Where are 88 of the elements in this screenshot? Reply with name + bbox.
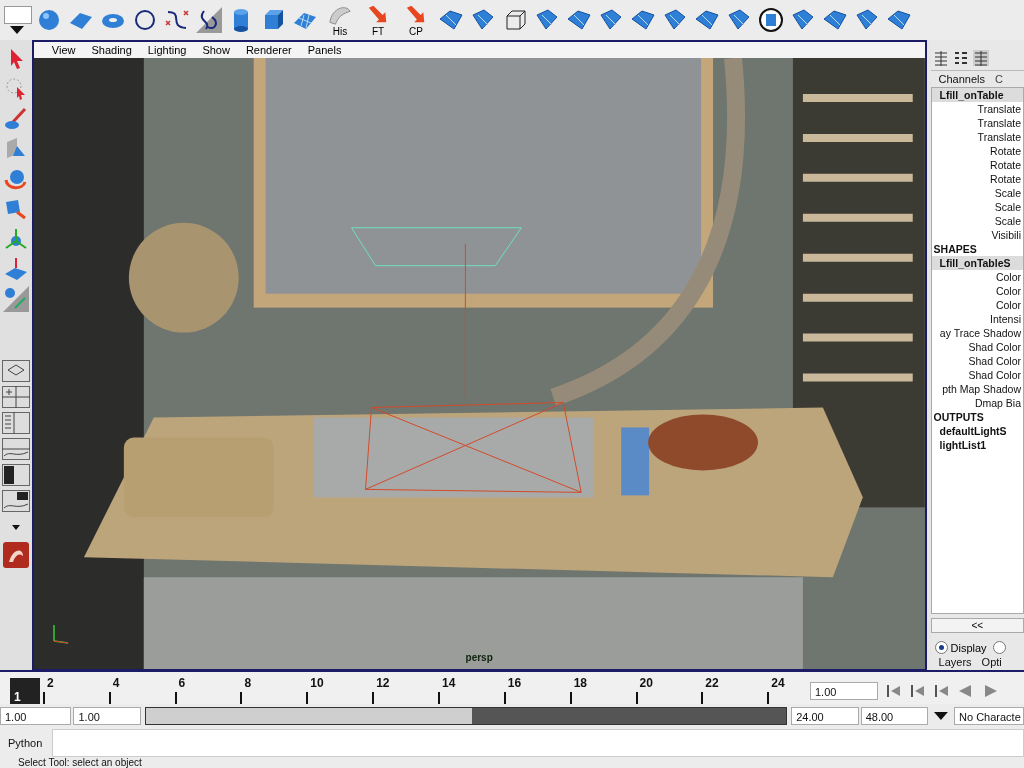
dropdown-caret-icon[interactable]	[10, 26, 24, 34]
go-to-start-icon[interactable]	[886, 684, 902, 698]
graph-layout-icon[interactable]	[1, 490, 30, 512]
channel-name[interactable]: Color	[931, 270, 1023, 284]
node-name[interactable]: Lfill_onTableS	[931, 256, 1023, 270]
layer-radio[interactable]	[992, 641, 1006, 654]
hypershade-layout-icon[interactable]	[1, 464, 30, 486]
channel-box-icon[interactable]	[932, 50, 949, 66]
viewport-menu-item[interactable]: Shading	[83, 42, 140, 58]
frame-label: 24	[771, 676, 785, 690]
play-icon[interactable]	[982, 684, 998, 698]
shelf-button[interactable]: His	[324, 3, 356, 37]
current-frame-marker[interactable]: 1	[10, 678, 40, 704]
viewport-menu-item[interactable]: View	[43, 42, 84, 58]
attribute-editor-icon[interactable]	[952, 50, 969, 66]
channel-name[interactable]: Shad Color	[931, 354, 1023, 368]
curve-icon[interactable]	[196, 7, 222, 33]
app-logo-icon[interactable]	[2, 542, 29, 568]
current-time-field[interactable]: 1.00	[810, 682, 878, 700]
channel-box-tab[interactable]: C	[995, 73, 1003, 85]
end-time-field[interactable]: 48.00	[860, 707, 929, 725]
show-manipulator-icon[interactable]	[2, 286, 29, 312]
start-time-field[interactable]: 1.00	[0, 707, 72, 725]
viewport-menu-item[interactable]: Renderer	[237, 42, 300, 58]
channel-name[interactable]: Visibili	[931, 228, 1023, 242]
play-backward-icon[interactable]	[958, 684, 974, 698]
channel-name[interactable]: Shad Color	[931, 368, 1023, 382]
frame-label: 2	[46, 676, 54, 690]
node-name[interactable]: Lfill_onTable	[931, 88, 1023, 102]
single-pane-layout-icon[interactable]	[1, 360, 30, 382]
camera-label: persp	[465, 652, 493, 664]
frame-label: 8	[244, 676, 252, 690]
channel-name[interactable]: Rotate	[931, 158, 1023, 172]
frame-label: 20	[639, 676, 653, 690]
channel-name[interactable]: Rotate	[931, 144, 1023, 158]
channel-name[interactable]: Color	[931, 298, 1023, 312]
channel-name[interactable]: Translate	[931, 130, 1023, 144]
frame-label: 12	[376, 676, 390, 690]
shelf-button[interactable]: CP	[400, 3, 432, 37]
section-header: OUTPUTS	[932, 410, 985, 424]
character-set-field[interactable]: No Characte	[954, 707, 1024, 725]
frame-label: 14	[442, 676, 456, 690]
range-start-field[interactable]: 1.00	[73, 707, 141, 725]
channel-name[interactable]: Shad Color	[931, 340, 1023, 354]
channel-name[interactable]: Dmap Bia	[931, 396, 1023, 410]
range-slider[interactable]	[144, 707, 788, 725]
viewport-menu-item[interactable]: Show	[194, 42, 238, 58]
channel-name[interactable]: Intensi	[931, 312, 1023, 326]
channel-name[interactable]: Scale	[931, 186, 1023, 200]
collapse-button[interactable]: <<	[930, 618, 1024, 633]
channel-name[interactable]: pth Map Shadow	[931, 382, 1023, 396]
paint-brush-icon[interactable]	[2, 106, 29, 132]
frame-label: 10	[310, 676, 324, 690]
channel-name[interactable]: Translate	[931, 116, 1023, 130]
layer-tab[interactable]: Layers	[938, 656, 972, 668]
node-name[interactable]: defaultLightS	[931, 424, 1023, 438]
layer-radio[interactable]: Display	[934, 641, 987, 654]
channel-name[interactable]: Scale	[931, 214, 1023, 228]
frame-label: 4	[112, 676, 120, 690]
channel-name[interactable]: Scale	[931, 200, 1023, 214]
frame-label: 6	[178, 676, 186, 690]
channel-layer-icon[interactable]	[972, 50, 989, 66]
frame-label: 22	[705, 676, 719, 690]
viewport-menu-item[interactable]: Lighting	[139, 42, 195, 58]
shelf-field[interactable]	[4, 6, 32, 24]
four-pane-layout-icon[interactable]	[1, 386, 30, 408]
dropdown-caret-icon[interactable]	[934, 712, 948, 720]
channel-name[interactable]: Translate	[931, 102, 1023, 116]
command-language-label[interactable]: Python	[0, 737, 52, 749]
frame-label: 18	[573, 676, 588, 690]
step-back-icon[interactable]	[934, 684, 950, 698]
section-header: SHAPES	[932, 242, 978, 256]
command-line-field[interactable]	[52, 729, 1024, 757]
channel-name[interactable]: Color	[931, 284, 1023, 298]
channel-name[interactable]: Rotate	[931, 172, 1023, 186]
layer-tab[interactable]: Opti	[981, 656, 1002, 668]
circle-icon[interactable]	[132, 7, 158, 33]
viewport-menu-item[interactable]: Panels	[299, 42, 350, 58]
channel-name[interactable]: ay Trace Shadow	[931, 326, 1023, 340]
step-back-key-icon[interactable]	[910, 684, 926, 698]
frame-label: 16	[507, 676, 522, 690]
node-name[interactable]: lightList1	[931, 438, 1023, 452]
shelf-button[interactable]: FT	[362, 3, 394, 37]
range-end-field[interactable]: 24.00	[791, 707, 859, 725]
sphere-icon[interactable]	[36, 7, 62, 33]
circle-mesh-icon[interactable]	[758, 7, 784, 33]
channel-box-tab[interactable]: Channels	[938, 73, 986, 85]
outliner-layout-icon[interactable]	[1, 412, 30, 434]
